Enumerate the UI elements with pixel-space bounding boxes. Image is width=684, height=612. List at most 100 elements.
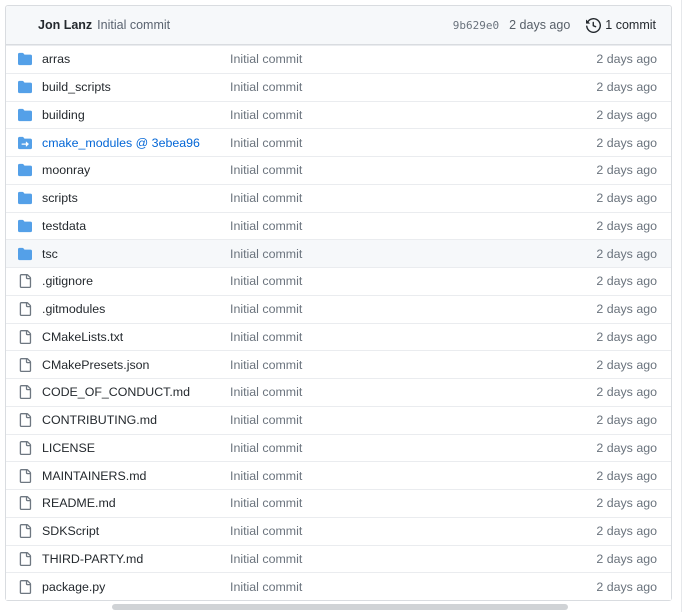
folder-link[interactable]: cmake_modules @ 3ebea96 — [42, 136, 200, 150]
name-cell: MAINTAINERS.md — [6, 468, 230, 483]
row-commit-message-link[interactable]: Initial commit — [230, 219, 302, 233]
file-link[interactable]: .gitmodules — [42, 302, 105, 316]
row-commit-message-link[interactable]: Initial commit — [230, 274, 302, 288]
row-commit-message-link[interactable]: Initial commit — [230, 52, 302, 66]
row-age: 2 days ago — [596, 329, 657, 344]
row-age: 2 days ago — [596, 218, 657, 233]
row-commit-message-link[interactable]: Initial commit — [230, 441, 302, 455]
commit-message-cell: Initial commit — [230, 580, 541, 594]
folder-link[interactable]: tsc — [42, 247, 58, 261]
file-row: CODE_OF_CONDUCT.md Initial commit 2 days a… — [6, 378, 671, 406]
name-cell: CODE_OF_CONDUCT.md — [6, 385, 230, 400]
file-link[interactable]: MAINTAINERS.md — [42, 469, 146, 483]
file-row: testdata Initial commit 2 days ago — [6, 211, 671, 240]
file-row: package.py Initial commit 2 days ago — [6, 572, 671, 600]
name-cell: build_scripts — [6, 80, 230, 94]
file-icon — [18, 468, 32, 483]
file-link[interactable]: CODE_OF_CONDUCT.md — [42, 385, 190, 399]
row-commit-message-link[interactable]: Initial commit — [230, 413, 302, 427]
commit-message-cell: Initial commit — [230, 274, 541, 288]
commit-meta: 9b629e0 2 days ago 1 commit — [453, 17, 656, 33]
folder-link[interactable]: scripts — [42, 191, 78, 205]
commit-message-cell: Initial commit — [230, 80, 541, 94]
row-commit-message-link[interactable]: Initial commit — [230, 302, 302, 316]
commit-message-cell: Initial commit — [230, 219, 541, 233]
file-link[interactable]: README.md — [42, 496, 116, 510]
row-commit-message-link[interactable]: Initial commit — [230, 136, 302, 150]
file-icon — [18, 274, 32, 289]
file-link[interactable]: .gitignore — [42, 274, 93, 288]
commit-message-cell: Initial commit — [230, 302, 541, 316]
folder-link[interactable]: moonray — [42, 163, 90, 177]
file-row: CMakePresets.json Initial commit 2 days ag… — [6, 350, 671, 378]
name-cell: package.py — [6, 579, 230, 594]
row-age: 2 days ago — [596, 496, 657, 511]
file-row: THIRD-PARTY.md Initial commit 2 days ago — [6, 544, 671, 573]
row-commit-message-link[interactable]: Initial commit — [230, 247, 302, 261]
horizontal-scrollbar-thumb[interactable] — [112, 604, 568, 610]
file-link[interactable]: CMakeLists.txt — [42, 330, 123, 344]
row-commit-message-link[interactable]: Initial commit — [230, 191, 302, 205]
repo-file-browser: Jon Lanz Initial commit 9b629e0 2 days a… — [5, 5, 672, 601]
row-commit-message-link[interactable]: Initial commit — [230, 385, 302, 399]
commit-hash-link[interactable]: 9b629e0 — [453, 19, 499, 32]
file-link[interactable]: SDKScript — [42, 524, 99, 538]
file-link[interactable]: CONTRIBUTING.md — [42, 413, 157, 427]
folder-link[interactable]: building — [42, 108, 85, 122]
row-age: 2 days ago — [596, 468, 657, 483]
folder-icon — [18, 163, 32, 177]
commit-message-cell: Initial commit — [230, 441, 541, 455]
file-icon — [18, 496, 32, 511]
row-age: 2 days ago — [596, 551, 657, 566]
file-link[interactable]: CMakePresets.json — [42, 358, 149, 372]
commit-message-cell: Initial commit — [230, 136, 541, 150]
file-link[interactable]: THIRD-PARTY.md — [42, 552, 143, 566]
file-row: CONTRIBUTING.md Initial commit 2 days ago — [6, 405, 671, 434]
folder-link[interactable]: testdata — [42, 219, 86, 233]
row-age: 2 days ago — [596, 135, 657, 150]
folder-link[interactable]: arras — [42, 52, 70, 66]
row-commit-message-link[interactable]: Initial commit — [230, 163, 302, 177]
file-row: MAINTAINERS.md Initial commit 2 days ago — [6, 461, 671, 489]
folder-link[interactable]: build_scripts — [42, 80, 111, 94]
name-cell: tsc — [6, 247, 230, 261]
name-cell: CMakePresets.json — [6, 357, 230, 372]
row-commit-message-link[interactable]: Initial commit — [230, 524, 302, 538]
row-commit-message-link[interactable]: Initial commit — [230, 330, 302, 344]
name-cell: THIRD-PARTY.md — [6, 551, 230, 566]
row-commit-message-link[interactable]: Initial commit — [230, 469, 302, 483]
row-commit-message-link[interactable]: Initial commit — [230, 496, 302, 510]
file-row: scripts Initial commit 2 days ago — [6, 183, 671, 212]
file-icon — [18, 385, 32, 400]
name-cell: SDKScript — [6, 524, 230, 539]
row-commit-message-link[interactable]: Initial commit — [230, 358, 302, 372]
row-commit-message-link[interactable]: Initial commit — [230, 80, 302, 94]
name-cell: CMakeLists.txt — [6, 329, 230, 344]
commit-message-cell: Initial commit — [230, 358, 541, 372]
commit-history-link[interactable]: 1 commit — [586, 17, 656, 33]
file-link[interactable]: package.py — [42, 580, 105, 594]
commit-message-cell: Initial commit — [230, 247, 541, 261]
file-icon — [18, 329, 32, 344]
name-cell: arras — [6, 52, 230, 66]
row-commit-message-link[interactable]: Initial commit — [230, 552, 302, 566]
commit-age: 2 days ago — [509, 18, 571, 32]
row-commit-message-link[interactable]: Initial commit — [230, 580, 302, 594]
folder-icon — [18, 191, 32, 205]
file-icon — [18, 579, 32, 594]
row-age: 2 days ago — [596, 524, 657, 539]
row-age: 2 days ago — [596, 52, 657, 67]
commit-message-cell: Initial commit — [230, 496, 541, 510]
file-link[interactable]: LICENSE — [42, 441, 95, 455]
folder-icon — [18, 108, 32, 122]
file-row: arras Initial commit 2 days ago — [6, 45, 671, 73]
latest-commit-header: Jon Lanz Initial commit 9b629e0 2 days a… — [6, 6, 671, 45]
row-age: 2 days ago — [596, 246, 657, 261]
commit-message-cell: Initial commit — [230, 552, 541, 566]
commit-author-link[interactable]: Jon Lanz — [38, 18, 92, 32]
file-list: arras Initial commit 2 days ago build_scrip… — [6, 45, 671, 600]
history-icon — [586, 17, 602, 33]
row-commit-message-link[interactable]: Initial commit — [230, 108, 302, 122]
commit-summary: Jon Lanz Initial commit — [38, 18, 170, 32]
commit-message-link[interactable]: Initial commit — [97, 18, 170, 32]
